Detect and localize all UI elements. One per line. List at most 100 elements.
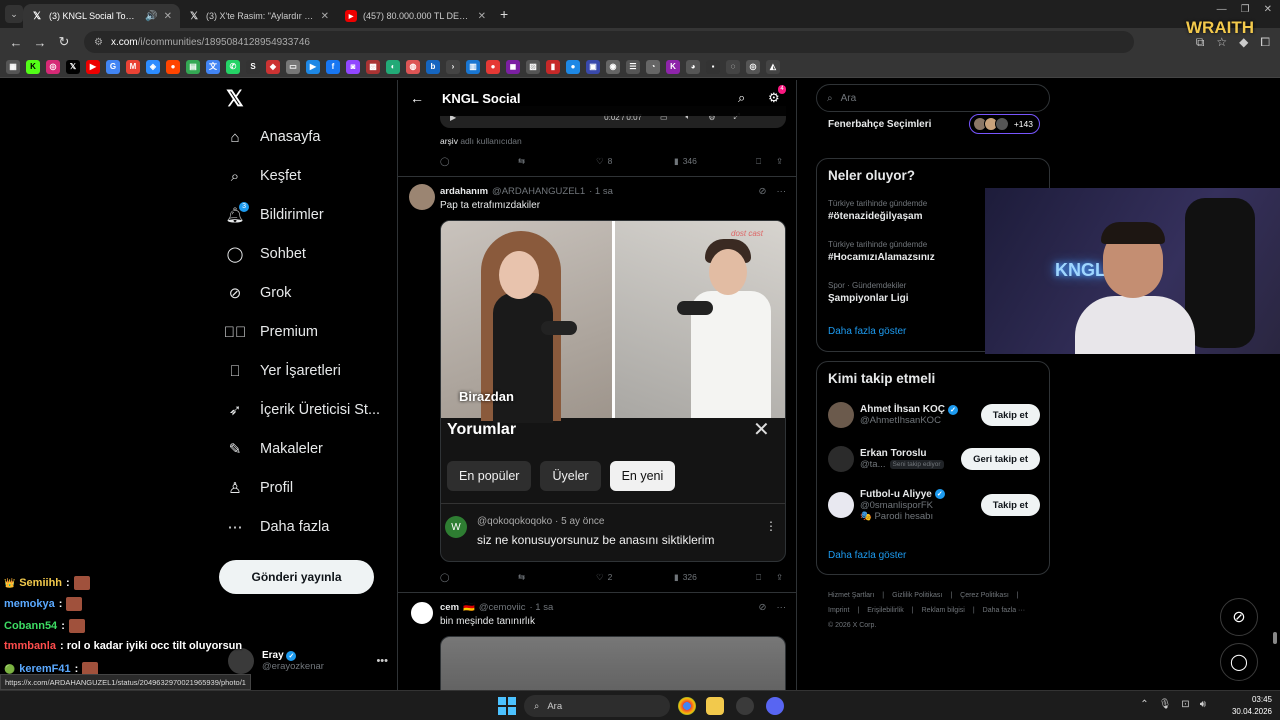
bookmark-icon[interactable]: ● [566, 59, 580, 74]
bookmark-icon[interactable]: ◈ [146, 59, 160, 74]
account-switcher[interactable]: Eray ✓ @erayozkenar ••• [228, 646, 388, 676]
close-window-icon[interactable]: ✕ [1264, 4, 1272, 15]
new-tab-button[interactable]: + [500, 6, 508, 22]
close-tab-icon[interactable]: ✕ [478, 11, 486, 22]
chevron-up-icon[interactable]: ⌃ [1140, 699, 1148, 710]
nav-item-more[interactable]: ⋯ Daha fazla [226, 518, 330, 536]
nav-item-notifications[interactable]: 🔔︎ 3 Bildirimler [225, 202, 324, 224]
gmail-icon[interactable]: M [126, 59, 140, 74]
bookmark-icon[interactable]: ◍ [406, 59, 420, 74]
chrome-icon[interactable] [678, 697, 696, 715]
nav-item-grok[interactable]: ⊘ Grok [226, 284, 292, 302]
bookmark-icon[interactable]: › [446, 59, 460, 74]
grok-icon[interactable]: ⊘ [1220, 598, 1258, 636]
steam-icon[interactable]: S [246, 59, 260, 74]
browser-tab-3[interactable]: ▶ (457) 80.000.000 TL DEĞERİNDE ✕ [337, 4, 494, 28]
members-pill[interactable]: +143 [968, 114, 1040, 134]
url-input[interactable]: ⚙ x.com/i/communities/189508412895493374… [84, 31, 1134, 53]
bookmark-icon[interactable]: b [426, 59, 440, 74]
follow-button[interactable]: Takip et [980, 494, 1040, 516]
footer-link[interactable]: Gizlilik Politikası [892, 592, 942, 599]
avatar[interactable] [409, 600, 435, 626]
x-logo-icon[interactable]: 𝕏 [226, 86, 244, 112]
reddit-icon[interactable]: ● [166, 59, 180, 74]
community-row[interactable]: Fenerbahçe Seçimleri +143 [828, 114, 1040, 134]
like-button[interactable]: ♡ 8 [596, 156, 674, 167]
bookmark-icon[interactable]: ▩ [366, 59, 380, 74]
bookmark-icon[interactable]: ◌ [726, 59, 740, 74]
volume-icon[interactable]: 🔊︎ [1200, 699, 1206, 710]
scrollbar-thumb[interactable] [1273, 632, 1277, 644]
bookmark-icon[interactable]: ⎕ [756, 572, 776, 583]
browser-tab-2[interactable]: 𝕏 (3) X'te Rasim: "Aylardır bekled ✕ [180, 4, 337, 28]
obs-icon[interactable] [736, 697, 754, 715]
show-more-link[interactable]: Daha fazla göster [828, 326, 906, 337]
nav-item-profile[interactable]: ♙ Profil [226, 479, 293, 497]
views-button[interactable]: ▮ 346 [674, 156, 756, 167]
back-icon[interactable]: ← [4, 35, 28, 50]
puzzle-icon[interactable]: ⧠ [1260, 35, 1270, 50]
chat-icon[interactable]: ◯ [1220, 643, 1258, 681]
nav-item-home[interactable]: ⌂ Anasayfa [226, 128, 320, 146]
bookmark-icon[interactable]: ◭ [766, 59, 780, 74]
x-logo-icon[interactable]: 𝕏 [66, 59, 80, 74]
close-tab-icon[interactable]: ✕ [321, 11, 329, 22]
bookmark-icon[interactable]: ◕ [686, 59, 700, 74]
taskbar-search[interactable]: ⌕ Ara [524, 695, 670, 717]
microphone-icon[interactable]: 🎙︎ [1159, 699, 1172, 710]
close-tab-icon[interactable]: ✕ [164, 11, 172, 22]
footer-link[interactable]: Reklam bilgisi [922, 607, 965, 614]
bookmark-icon[interactable]: ▭ [286, 59, 300, 74]
maximize-icon[interactable]: ❐ [1241, 4, 1250, 15]
more-icon[interactable]: ··· [777, 186, 787, 197]
like-button[interactable]: ♡ 2 [596, 572, 674, 583]
footer-link[interactable]: Erişilebilirlik [867, 607, 904, 614]
grok-icon[interactable]: ⊘ [759, 602, 767, 613]
settings-icon[interactable]: ⚙ 4 [768, 85, 786, 106]
facebook-icon[interactable]: f [326, 59, 340, 74]
bookmark-icon[interactable]: ▶ [306, 59, 320, 74]
tweet-author-name[interactable]: ardahanım [440, 186, 488, 197]
instagram-icon[interactable]: ◎ [46, 59, 60, 74]
kick-icon[interactable]: K [26, 59, 40, 74]
bookmark-icon[interactable]: ◼ [506, 59, 520, 74]
minimize-icon[interactable]: — [1217, 4, 1227, 15]
bookmark-icon[interactable]: K [666, 59, 680, 74]
footer-link[interactable]: Daha fazla ··· [983, 607, 1025, 614]
avatar[interactable] [409, 184, 435, 210]
back-arrow-icon[interactable]: ← [410, 90, 424, 106]
follow-button[interactable]: Takip et [980, 404, 1040, 426]
discord-icon[interactable] [766, 697, 784, 715]
trend-item[interactable]: Türkiye tarihinde gündemde #ötenazideğil… [828, 199, 927, 222]
nav-item-bookmarks[interactable]: ⎕ Yer İşaretleri [226, 362, 340, 380]
speaker-icon[interactable]: 🔊 [145, 11, 157, 22]
bookmark-icon[interactable]: ◉ [606, 59, 620, 74]
bookmark-icon[interactable]: ● [486, 59, 500, 74]
views-button[interactable]: ▮ 326 [674, 572, 756, 583]
bookmark-icon[interactable]: ◆ [266, 59, 280, 74]
bookmark-icon[interactable]: ▨ [526, 59, 540, 74]
trend-item[interactable]: Spor · Gündemdekiler Şampiyonlar Ligi [828, 281, 909, 304]
more-icon[interactable]: ••• [376, 655, 388, 667]
source-user[interactable]: arşiv [440, 136, 458, 146]
reload-icon[interactable]: ↻ [52, 34, 76, 50]
footer-link[interactable]: Imprint [828, 607, 849, 614]
show-more-link[interactable]: Daha fazla göster [828, 550, 906, 561]
retweet-icon[interactable]: ⇆ [518, 156, 596, 167]
trend-item[interactable]: Türkiye tarihinde gündemde #HocamızıAlam… [828, 240, 935, 263]
footer-link[interactable]: Hizmet Şartları [828, 592, 874, 599]
more-icon[interactable]: ··· [777, 602, 787, 613]
retweet-icon[interactable]: ⇆ [518, 572, 596, 583]
footer-link[interactable]: Çerez Politikası [960, 592, 1009, 599]
translate-icon[interactable]: 文 [206, 59, 220, 74]
browser-tab-1[interactable]: 𝕏 (3) KNGL Social Topluluk / X 🔊 ✕ [23, 4, 180, 28]
nav-item-chat[interactable]: ◯ Sohbet [226, 245, 306, 263]
tweet-image[interactable] [440, 636, 786, 690]
windows-start-icon[interactable] [498, 697, 516, 715]
tweet-time[interactable]: · 1 sa [529, 602, 553, 613]
youtube-icon[interactable]: ▶ [86, 59, 100, 74]
file-explorer-icon[interactable] [706, 697, 724, 715]
tweet-author-handle[interactable]: @ARDAHANGUZEL1 [492, 186, 585, 197]
bookmark-icon[interactable]: ☰ [626, 59, 640, 74]
follow-suggestion[interactable]: Erkan Toroslu @ta... Seni takip ediyor Ge… [828, 442, 1040, 476]
